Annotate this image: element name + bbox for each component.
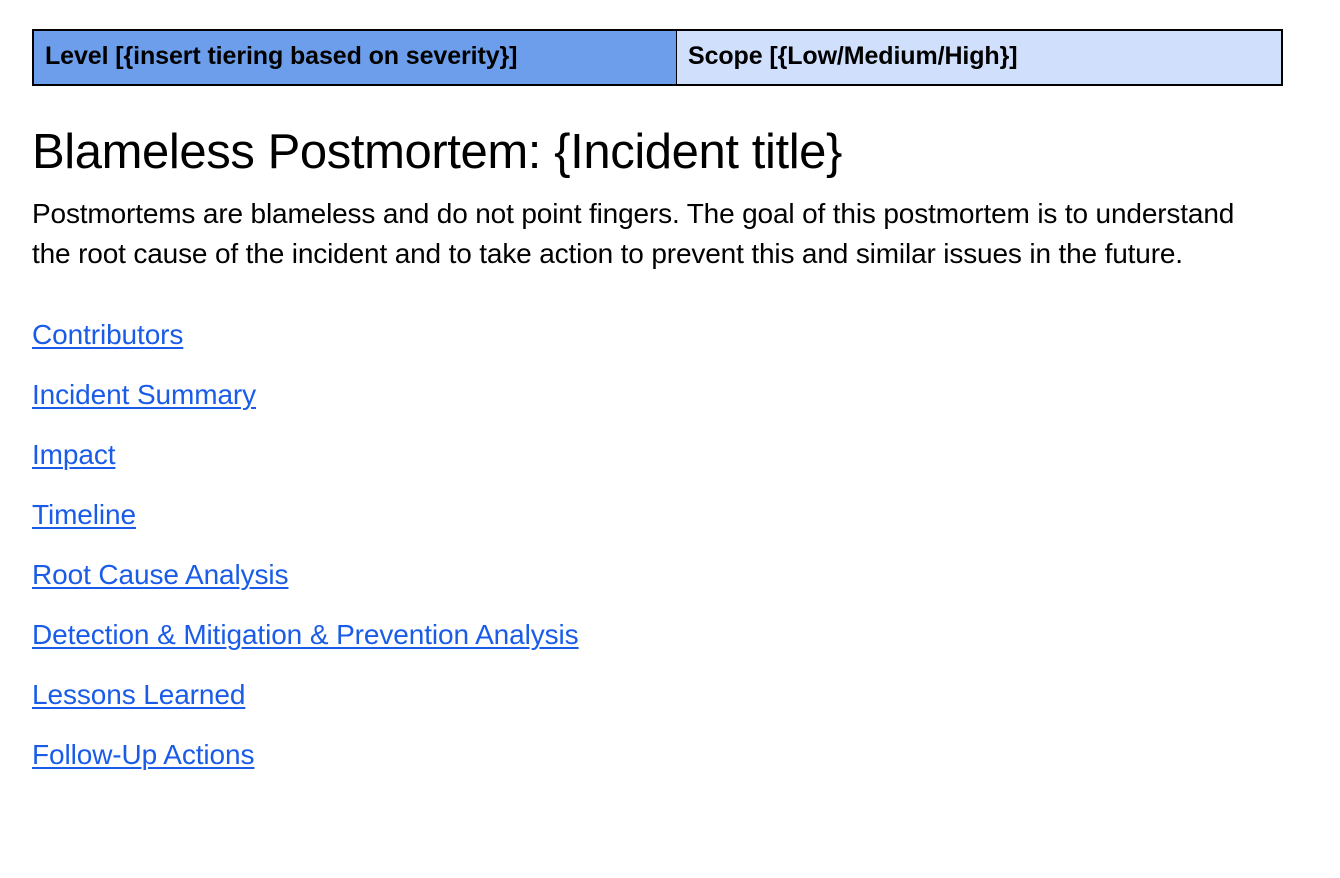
toc-link-incident-summary[interactable]: Incident Summary xyxy=(32,379,256,410)
document-page: Level [{insert tiering based on severity… xyxy=(0,0,1340,878)
page-title: Blameless Postmortem: {Incident title} xyxy=(32,125,843,180)
list-item: Timeline xyxy=(32,499,1284,561)
table-row: Level [{insert tiering based on severity… xyxy=(32,29,1283,86)
list-item: Follow-Up Actions xyxy=(32,739,1284,801)
list-item: Root Cause Analysis xyxy=(32,559,1284,621)
list-item: Incident Summary xyxy=(32,379,1284,441)
severity-scope-cell[interactable]: Scope [{Low/Medium/High}] xyxy=(676,29,1283,86)
toc-link-detection-mitigation-prevention-analysis[interactable]: Detection & Mitigation & Prevention Anal… xyxy=(32,619,579,650)
table-of-contents: Contributors Incident Summary Impact Tim… xyxy=(32,274,1284,801)
intro-paragraph: Postmortems are blameless and do not poi… xyxy=(32,198,1235,269)
toc-link-follow-up-actions[interactable]: Follow-Up Actions xyxy=(32,739,254,770)
toc-link-impact[interactable]: Impact xyxy=(32,439,116,470)
severity-table: Level [{insert tiering based on severity… xyxy=(32,29,1283,87)
toc-link-contributors[interactable]: Contributors xyxy=(32,319,183,350)
toc-link-root-cause-analysis[interactable]: Root Cause Analysis xyxy=(32,559,289,590)
list-item: Detection & Mitigation & Prevention Anal… xyxy=(32,619,1284,681)
list-item: Impact xyxy=(32,439,1284,501)
list-item: Lessons Learned xyxy=(32,679,1284,741)
severity-level-cell[interactable]: Level [{insert tiering based on severity… xyxy=(32,29,677,86)
list-item: Contributors xyxy=(32,319,1284,381)
toc-link-timeline[interactable]: Timeline xyxy=(32,499,136,530)
toc-link-lessons-learned[interactable]: Lessons Learned xyxy=(32,679,245,710)
document-body: Level [{insert tiering based on severity… xyxy=(32,0,1284,801)
